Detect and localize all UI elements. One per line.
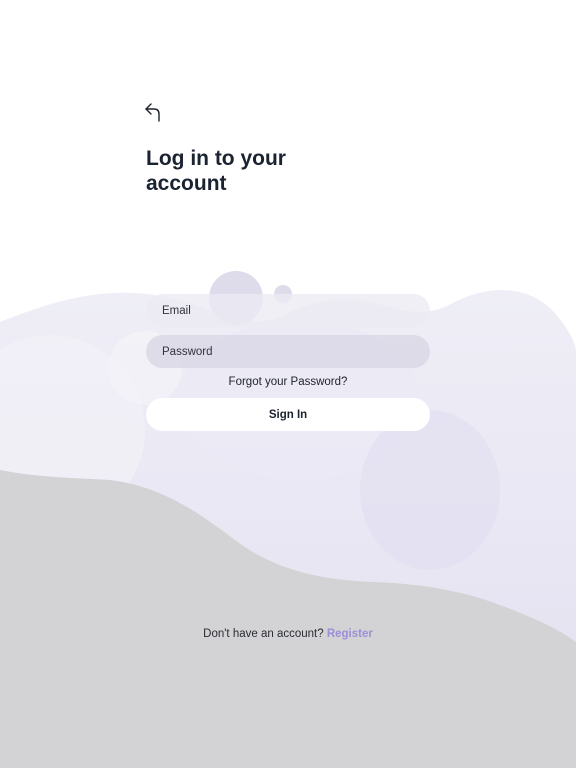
password-field[interactable] (146, 335, 430, 368)
login-screen: Log in to your account Forgot your Passw… (0, 0, 576, 768)
back-button[interactable] (143, 100, 165, 124)
register-prompt-text: Don't have an account? (203, 628, 324, 640)
register-link[interactable]: Register (327, 628, 373, 640)
page-title: Log in to your account (146, 147, 286, 195)
sign-in-button[interactable]: Sign In (146, 398, 430, 431)
light-blob-right (360, 410, 500, 570)
email-field[interactable] (146, 294, 430, 327)
forgot-password-link[interactable]: Forgot your Password? (146, 376, 430, 388)
back-arrow-icon (145, 103, 160, 122)
register-prompt: Don't have an account? Register (0, 628, 576, 640)
